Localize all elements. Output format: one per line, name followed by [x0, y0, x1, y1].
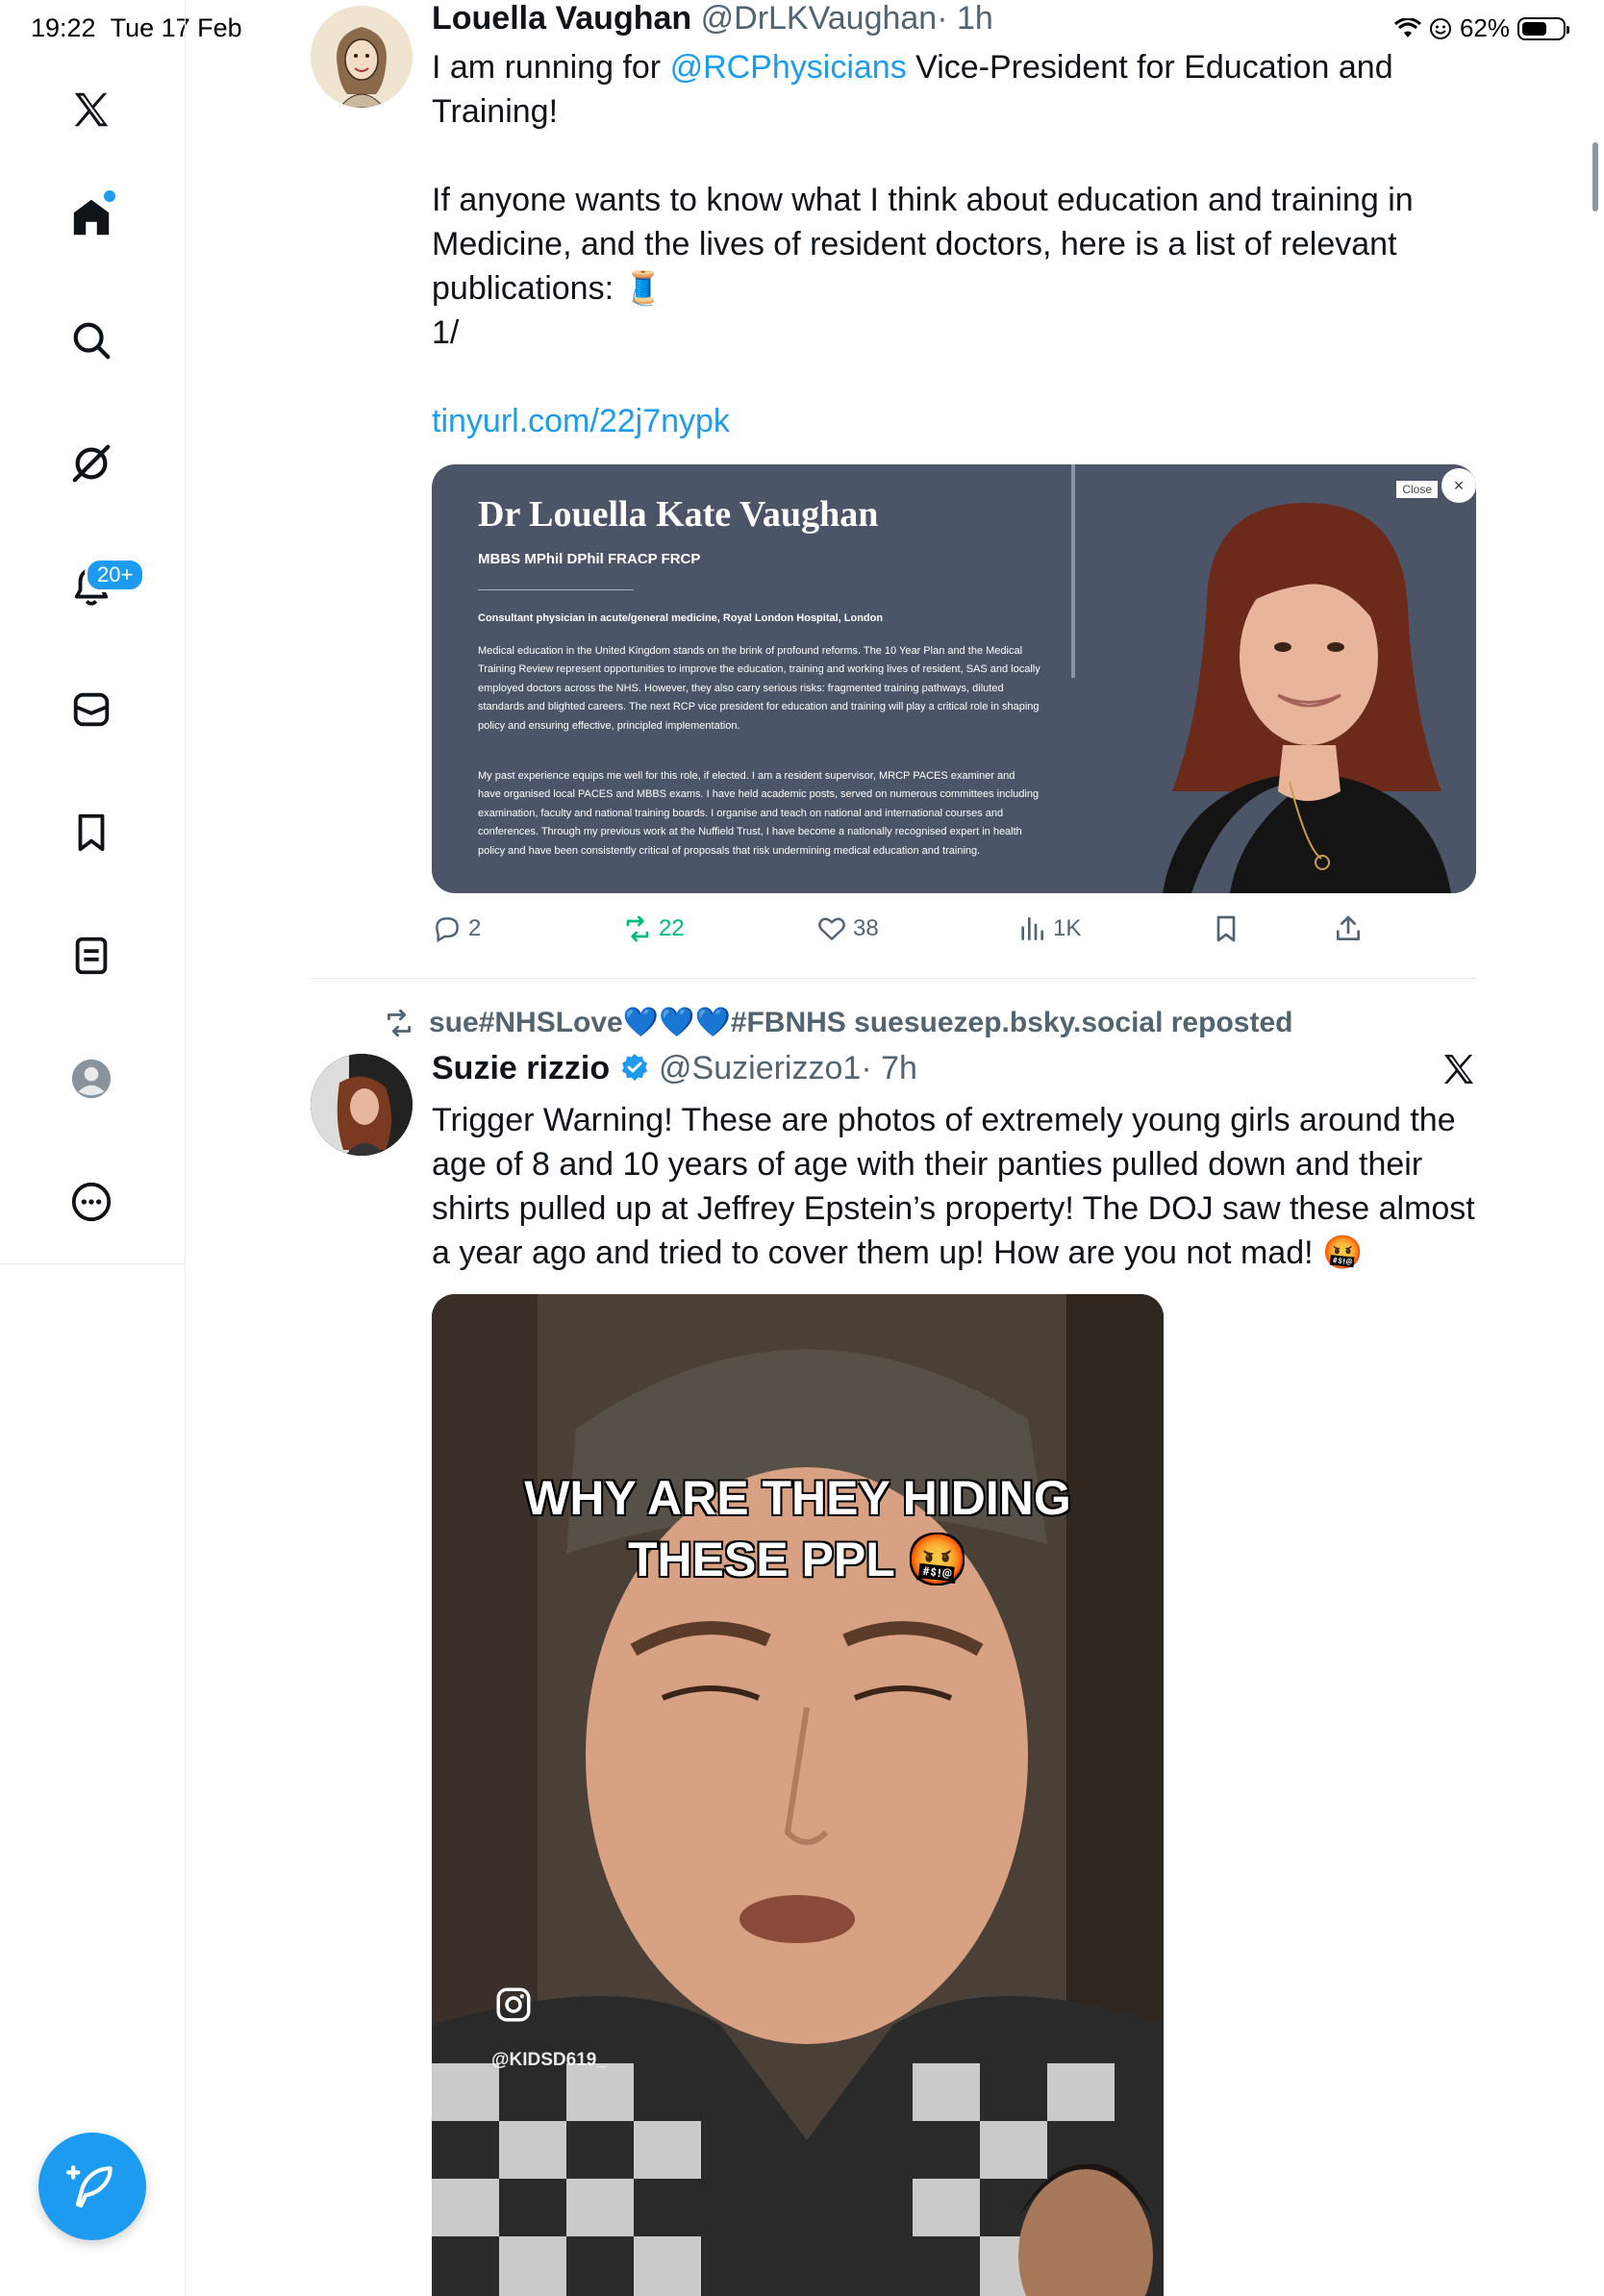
tweet-text: Trigger Warning! These are photos of ext…: [432, 1102, 1475, 1271]
share-button[interactable]: [1333, 913, 1364, 944]
compose-feather-icon: [65, 2165, 113, 2208]
messages-icon[interactable]: [61, 679, 122, 740]
share-icon: [1337, 915, 1360, 940]
verified-badge-icon: [621, 1054, 647, 1081]
repost-icon: [626, 915, 649, 942]
like-button[interactable]: 38: [816, 913, 879, 944]
card-paragraph-1: Medical education in the United Kingdom …: [478, 645, 1040, 732]
tweet-url-link[interactable]: tinyurl.com/22j7nypk: [432, 403, 730, 439]
battery-icon: [1517, 16, 1569, 40]
repost-indicator[interactable]: sue#NHSLove💙💙💙#FBNHS suesuezep.bsky.soci…: [383, 1006, 1292, 1039]
tweet-header: Louella Vaughan @DrLKVaughan· 1h: [432, 0, 993, 37]
wifi-icon: [1393, 17, 1421, 37]
video-caption-line-2: THESE PPL 🤬: [627, 1533, 968, 1586]
tweet-time[interactable]: · 1h: [937, 0, 993, 37]
notification-badge: 20+: [85, 558, 146, 592]
display-name[interactable]: Suzie rizzio: [432, 1050, 610, 1086]
tweet-header: Suzie rizzio @Suzierizzo1· 7h: [432, 1050, 917, 1087]
video-frame: [432, 1294, 1164, 2296]
x-logo-icon: [1440, 1050, 1478, 1088]
repost-button[interactable]: 22: [622, 913, 685, 944]
sidebar-divider: [0, 1263, 185, 1264]
battery-percent: 62%: [1459, 13, 1510, 42]
card-role: Consultant physician in acute/general me…: [478, 612, 884, 624]
mention-link[interactable]: @RCPhysicians: [670, 49, 907, 86]
handle[interactable]: @Suzierizzo1: [659, 1050, 861, 1086]
status-right: 62%: [1393, 13, 1569, 43]
heart-icon: [818, 917, 845, 940]
card-paragraph-2: My past experience equips me well for th…: [478, 770, 1040, 857]
views-icon: [1021, 917, 1043, 940]
scrollbar[interactable]: [1592, 142, 1598, 212]
card-close-label[interactable]: Close: [1396, 481, 1438, 498]
video-watermark: @KIDSD619_: [491, 2050, 607, 2070]
tweet-video[interactable]: WHY ARE THEY HIDING THESE PPL 🤬 @KIDSD61…: [432, 1294, 1164, 2296]
views-count: 1K: [1053, 915, 1082, 941]
like-count: 38: [853, 915, 879, 941]
tweet-image-card[interactable]: Dr Louella Kate Vaughan MBBS MPhil DPhil…: [432, 464, 1476, 893]
tweet-actions: 2 22 38 1K: [432, 913, 1480, 952]
handle[interactable]: @DrLKVaughan: [701, 0, 938, 37]
portrait-photo: [1124, 464, 1476, 893]
video-caption-line-1: WHY ARE THEY HIDING: [524, 1471, 1071, 1525]
avatar[interactable]: [311, 1054, 413, 1156]
bookmarks-icon[interactable]: [61, 802, 122, 863]
reply-icon: [436, 917, 459, 943]
home-notification-dot: [104, 190, 115, 202]
repost-count: 22: [659, 915, 685, 941]
lists-icon[interactable]: [61, 925, 122, 986]
tweet-divider: [311, 978, 1477, 979]
tweet-text: I am running for @RCPhysicians Vice-Pres…: [432, 49, 1414, 439]
grok-icon[interactable]: [61, 433, 122, 494]
reply-button[interactable]: 2: [432, 913, 481, 944]
x-logo-icon[interactable]: [61, 79, 122, 140]
card-divider: [1071, 464, 1075, 678]
search-icon[interactable]: [61, 310, 122, 371]
focus-icon: [1429, 17, 1451, 39]
more-icon[interactable]: [61, 1171, 122, 1233]
avatar[interactable]: [311, 6, 413, 108]
profile-icon[interactable]: [61, 1048, 122, 1110]
card-credentials: MBBS MPhil DPhil FRACP FRCP: [478, 551, 701, 567]
views-button[interactable]: 1K: [1016, 913, 1081, 944]
instagram-icon: [493, 1984, 534, 2030]
card-title: Dr Louella Kate Vaughan: [478, 494, 879, 535]
sidebar: 20+: [0, 0, 186, 2296]
video-caption: WHY ARE THEY HIDING THESE PPL 🤬: [432, 1467, 1164, 1590]
card-rule: [478, 589, 634, 590]
repost-small-icon: [387, 1009, 412, 1036]
bookmark-button[interactable]: [1211, 913, 1241, 944]
repost-label: sue#NHSLove💙💙💙#FBNHS suesuezep.bsky.soci…: [429, 1007, 1293, 1038]
reply-count: 2: [468, 915, 482, 941]
card-close-button[interactable]: ×: [1441, 468, 1476, 503]
tweet-time[interactable]: · 7h: [861, 1050, 917, 1086]
display-name[interactable]: Louella Vaughan: [432, 0, 691, 37]
compose-button[interactable]: [38, 2133, 146, 2240]
bookmark-icon: [1216, 915, 1236, 942]
